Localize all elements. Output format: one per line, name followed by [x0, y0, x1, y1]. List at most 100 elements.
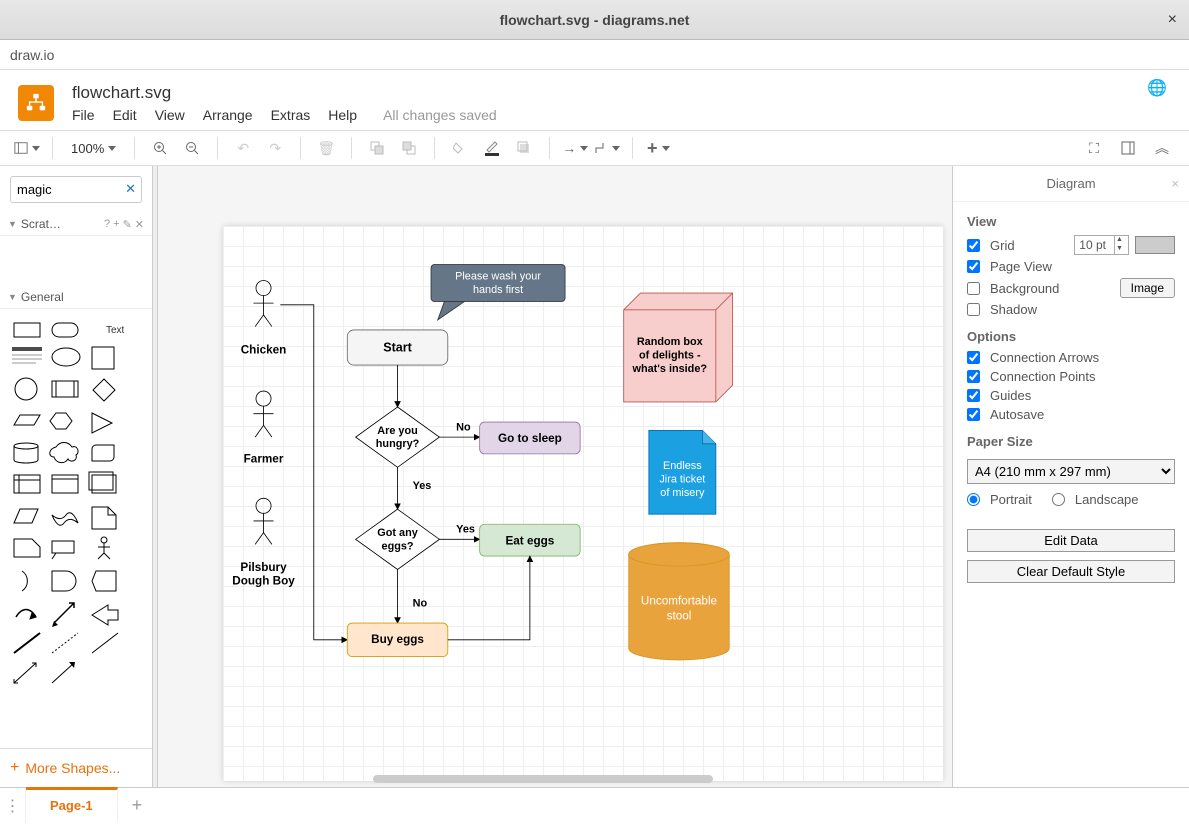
- background-checkbox[interactable]: [967, 282, 980, 295]
- svg-text:hands first: hands first: [473, 284, 523, 296]
- general-section[interactable]: ▼ General: [0, 286, 152, 309]
- horizontal-scrollbar[interactable]: [373, 775, 932, 783]
- os-menu-drawio[interactable]: draw.io: [10, 47, 54, 63]
- delete-icon[interactable]: 🗑: [313, 135, 339, 161]
- grid-size-up-icon[interactable]: ▲: [1114, 236, 1124, 245]
- to-back-icon[interactable]: [396, 135, 422, 161]
- menu-help[interactable]: Help: [328, 107, 357, 123]
- format-panel-toggle-icon[interactable]: [1115, 135, 1141, 161]
- zoom-level[interactable]: 100%: [65, 141, 122, 156]
- actor-chicken[interactable]: [253, 280, 273, 326]
- menu-file[interactable]: File: [72, 107, 95, 123]
- window-title: flowchart.svg - diagrams.net: [500, 12, 690, 28]
- menu-arrange[interactable]: Arrange: [203, 107, 253, 123]
- svg-text:of delights -: of delights -: [639, 349, 701, 361]
- svg-text:Go to sleep: Go to sleep: [498, 432, 562, 445]
- connection-style-icon[interactable]: →: [562, 135, 588, 161]
- portrait-radio[interactable]: [967, 493, 980, 506]
- grid-label: Grid: [990, 238, 1015, 253]
- pageview-label: Page View: [990, 259, 1052, 274]
- collapse-icon[interactable]: ︽: [1149, 135, 1175, 161]
- node-start[interactable]: Start: [347, 330, 448, 365]
- panel-close-icon[interactable]: ×: [1171, 176, 1179, 191]
- insert-icon[interactable]: +: [645, 135, 671, 161]
- to-front-icon[interactable]: [364, 135, 390, 161]
- landscape-label: Landscape: [1075, 492, 1139, 507]
- autosave-label: Autosave: [990, 407, 1044, 422]
- search-clear-icon[interactable]: ✕: [125, 181, 136, 197]
- window-close-button[interactable]: ×: [1168, 11, 1177, 29]
- node-goteggs[interactable]: Got any eggs?: [356, 509, 440, 569]
- node-buy[interactable]: Buy eggs: [347, 623, 448, 657]
- node-stool[interactable]: Uncomfortable stool: [629, 543, 730, 660]
- scratchpad-add-icon[interactable]: +: [113, 218, 119, 231]
- paper-section-title: Paper Size: [967, 434, 1175, 449]
- zoom-out-icon[interactable]: [179, 135, 205, 161]
- actor-farmer[interactable]: [253, 391, 273, 437]
- svg-text:what's inside?: what's inside?: [632, 363, 708, 375]
- format-panel: Diagram × View Grid 10 pt▲▼ Page View Ba…: [953, 166, 1189, 787]
- shadow-checkbox[interactable]: [967, 303, 980, 316]
- node-eat[interactable]: Eat eggs: [480, 524, 581, 556]
- add-page-button[interactable]: +: [118, 787, 157, 824]
- node-sleep[interactable]: Go to sleep: [480, 422, 581, 454]
- fill-color-icon[interactable]: [447, 135, 473, 161]
- pageview-checkbox[interactable]: [967, 260, 980, 273]
- actor-doughboy-label1: Pilsbury: [240, 561, 287, 574]
- actor-doughboy-label2: Dough Boy: [232, 575, 295, 588]
- more-shapes-button[interactable]: + More Shapes...: [0, 748, 152, 787]
- page-tab-1[interactable]: Page-1: [26, 787, 118, 821]
- grid-color-swatch[interactable]: [1135, 236, 1175, 254]
- shadow-toggle-icon[interactable]: [511, 135, 537, 161]
- svg-text:Start: Start: [383, 341, 412, 355]
- pages-menu-icon[interactable]: ⋮: [0, 789, 26, 823]
- guides-checkbox[interactable]: [967, 389, 980, 402]
- fullscreen-icon[interactable]: ⛶: [1081, 135, 1107, 161]
- more-shapes-label: More Shapes...: [25, 760, 120, 776]
- shape-search-input[interactable]: [10, 176, 142, 203]
- menu-view[interactable]: View: [155, 107, 185, 123]
- scratchpad-close-icon[interactable]: ✕: [135, 218, 144, 231]
- grid-checkbox[interactable]: [967, 239, 980, 252]
- svg-text:Are you: Are you: [377, 425, 418, 437]
- file-name[interactable]: flowchart.svg: [72, 83, 497, 103]
- image-button[interactable]: Image: [1120, 278, 1175, 298]
- scratchpad-help-icon[interactable]: ?: [104, 218, 110, 231]
- zoom-in-icon[interactable]: [147, 135, 173, 161]
- clear-style-button[interactable]: Clear Default Style: [967, 560, 1175, 583]
- scratchpad-section[interactable]: ▼ Scrat… ?+✎✕: [0, 213, 152, 236]
- redo-icon[interactable]: ↷: [262, 135, 288, 161]
- svg-text:eggs?: eggs?: [382, 540, 414, 552]
- conn-points-checkbox[interactable]: [967, 370, 980, 383]
- paper-size-select[interactable]: A4 (210 mm x 297 mm): [967, 459, 1175, 484]
- node-random-box[interactable]: Random box of delights - what's inside?: [624, 293, 733, 402]
- save-status: All changes saved: [383, 107, 497, 123]
- canvas[interactable]: Chicken Farmer Pilsbury Dough Boy Please…: [153, 166, 953, 787]
- grid-size-input[interactable]: 10 pt▲▼: [1074, 235, 1129, 255]
- app-logo: [18, 85, 54, 121]
- menu-edit[interactable]: Edit: [113, 107, 137, 123]
- edge-hungry-no: No: [456, 421, 471, 433]
- line-color-icon[interactable]: [479, 135, 505, 161]
- sidebar-resize-handle[interactable]: [153, 166, 158, 787]
- background-label: Background: [990, 281, 1059, 296]
- actor-farmer-label: Farmer: [244, 452, 284, 465]
- node-hungry[interactable]: Are you hungry?: [356, 407, 440, 467]
- actor-chicken-label: Chicken: [241, 343, 287, 356]
- shapes-palette[interactable]: Text: [0, 309, 152, 748]
- menu-extras[interactable]: Extras: [271, 107, 311, 123]
- grid-size-down-icon[interactable]: ▼: [1114, 245, 1124, 254]
- actor-doughboy[interactable]: [253, 498, 273, 544]
- edit-data-button[interactable]: Edit Data: [967, 529, 1175, 552]
- language-icon[interactable]: 🌐: [1147, 78, 1167, 98]
- waypoint-style-icon[interactable]: [594, 135, 620, 161]
- autosave-checkbox[interactable]: [967, 408, 980, 421]
- conn-arrows-checkbox[interactable]: [967, 351, 980, 364]
- scratchpad-edit-icon[interactable]: ✎: [123, 218, 132, 231]
- callout-wash-hands[interactable]: Please wash your hands first: [431, 265, 565, 320]
- landscape-radio[interactable]: [1052, 493, 1065, 506]
- svg-text:Eat eggs: Eat eggs: [505, 534, 554, 547]
- undo-icon[interactable]: ↶: [230, 135, 256, 161]
- node-jira[interactable]: Endless Jira ticket of misery: [649, 430, 716, 514]
- sidebar-toggle-icon[interactable]: [14, 135, 40, 161]
